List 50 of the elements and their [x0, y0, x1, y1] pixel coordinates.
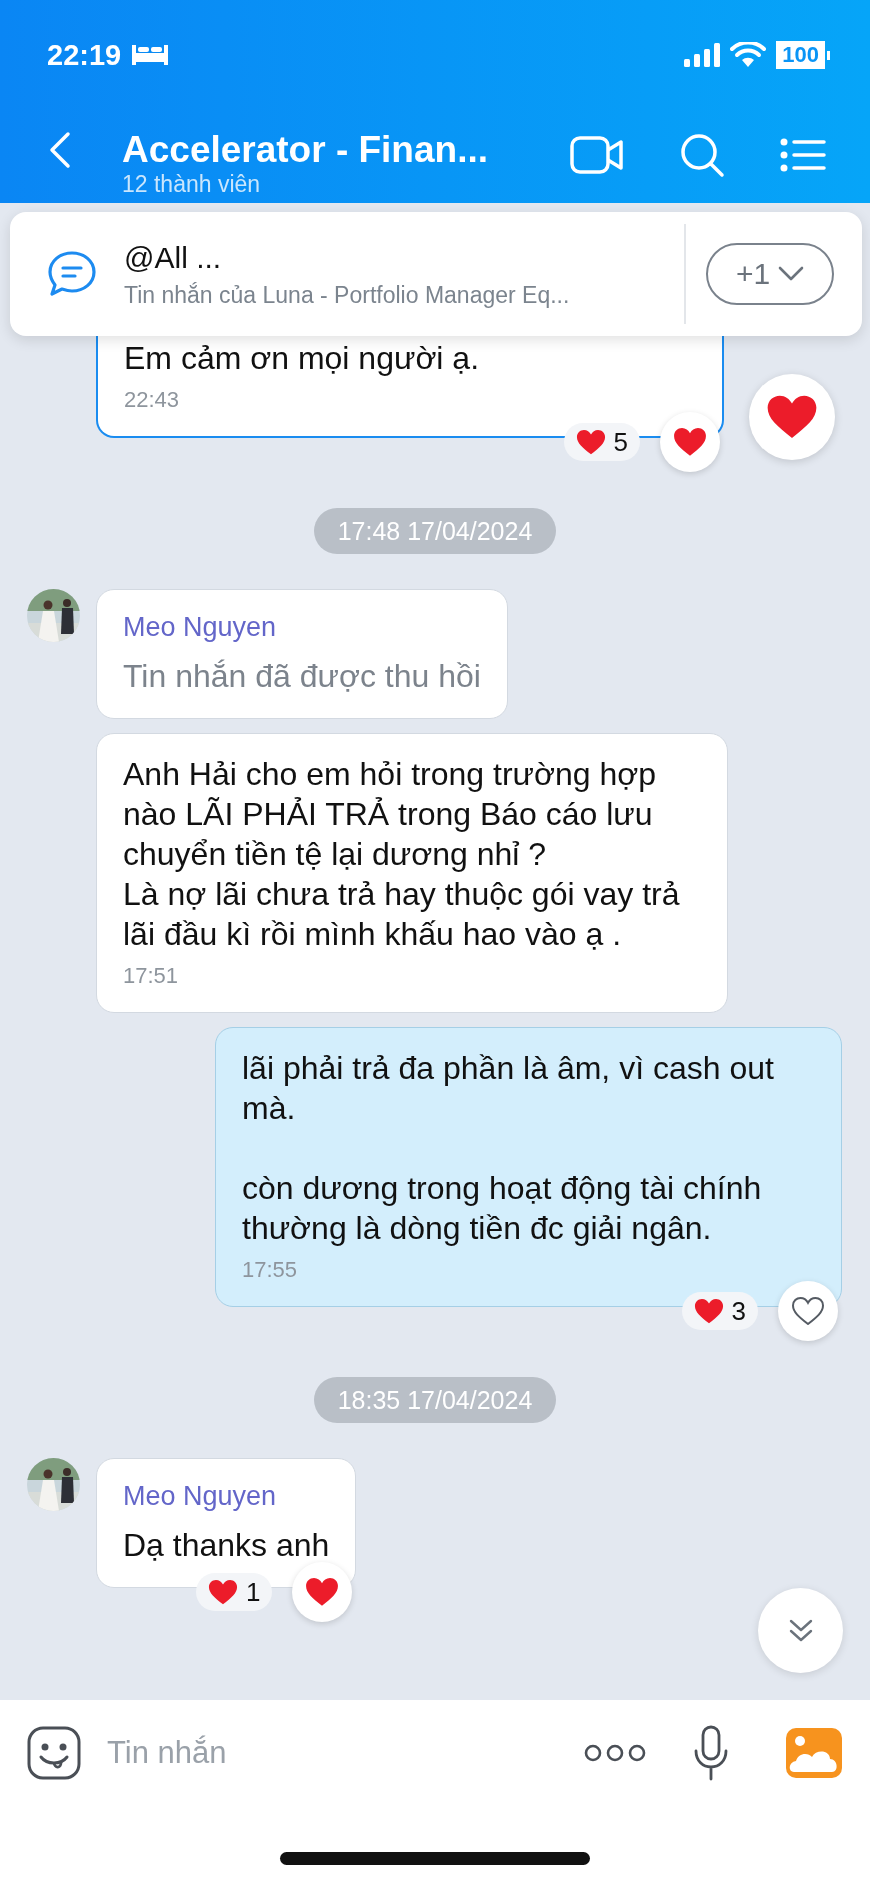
heart-icon: [207, 1578, 238, 1606]
heart-icon: [766, 394, 818, 440]
react-button[interactable]: [660, 412, 720, 472]
heart-outline-icon: [792, 1297, 824, 1325]
message-text: Anh Hải cho em hỏi trong trường hợp nào LÃI PHẢI TRẢ trong Báo cáo lưu chuyển tiền tệ lại dương nhỉ ? Là nợ lãi chưa trả hay thuộc gói vay trả lãi đầu kì rồi mình khấu hao vào ạ .: [123, 755, 681, 954]
message-time: 17:51: [123, 962, 180, 990]
message-bubble[interactable]: Meo Nguyen Tin nhắn đã được thu hồi: [96, 589, 508, 719]
wifi-icon: [730, 42, 767, 68]
sender-name: Meo Nguyen: [123, 611, 278, 644]
signal-icon: [684, 43, 721, 67]
quick-react-button[interactable]: [749, 374, 835, 460]
back-icon[interactable]: [48, 130, 72, 170]
date-separator: 18:35 17/04/2024: [313, 1377, 557, 1423]
reaction-summary[interactable]: 3: [681, 1292, 758, 1330]
menu-icon[interactable]: [780, 137, 826, 173]
sticker-face-icon[interactable]: [27, 1726, 81, 1780]
heart-icon: [693, 1297, 724, 1325]
message-field[interactable]: Tin nhắn: [107, 1735, 558, 1771]
bed-icon: [131, 43, 170, 67]
recalled-notice: Tin nhắn đã được thu hồi: [123, 657, 481, 696]
more-icon[interactable]: [584, 1743, 646, 1763]
date-separator: 17:48 17/04/2024: [313, 508, 557, 554]
member-count: 12 thành viên: [122, 170, 262, 198]
clock-time: 22:19: [47, 38, 122, 72]
battery-level: 100: [776, 41, 830, 69]
pinned-title: @All ...: [124, 239, 223, 276]
pinned-message-card[interactable]: @All ... Tin nhắn của Luna - Portfolio Manager Eq... +1: [10, 212, 862, 336]
double-chevron-down-icon: [787, 1617, 814, 1644]
message-time: 17:55: [242, 1256, 299, 1284]
reaction-summary[interactable]: 5: [563, 423, 640, 461]
image-icon[interactable]: [786, 1728, 842, 1778]
react-button[interactable]: [292, 1562, 353, 1622]
sender-name: Meo Nguyen: [123, 1480, 278, 1513]
react-button[interactable]: [778, 1281, 838, 1341]
microphone-icon[interactable]: [692, 1725, 730, 1781]
message-text: lãi phải trả đa phần là âm, vì cash out mà. còn dương trong hoạt động tài chính thường là dòng tiền đc giải ngân.: [242, 1049, 775, 1248]
heart-icon: [305, 1577, 340, 1607]
message-bubble[interactable]: Anh Hải cho em hỏi trong trường hợp nào LÃI PHẢI TRẢ trong Báo cáo lưu chuyển tiền tệ lại dương nhỉ ? Là nợ lãi chưa trả hay thuộc gói vay trả lãi đầu kì rồi mình khấu hao vào ạ . 17:51: [96, 733, 728, 1013]
heart-icon: [575, 428, 606, 456]
message-text: Dạ thanks anh: [123, 1526, 330, 1565]
pinned-preview: Tin nhắn của Luna - Portfolio Manager Eq...: [124, 281, 571, 309]
message-text: Em cảm ơn mọi người ạ.: [124, 339, 481, 378]
reaction-summary[interactable]: 1: [195, 1573, 273, 1611]
message-time: 22:43: [124, 386, 181, 414]
chevron-down-icon: [778, 266, 805, 282]
video-camera-icon[interactable]: [570, 134, 624, 176]
heart-icon: [673, 427, 707, 457]
search-icon[interactable]: [679, 132, 725, 178]
more-pinned-button[interactable]: +1: [706, 243, 834, 305]
chat-bubble-icon: [47, 250, 97, 298]
